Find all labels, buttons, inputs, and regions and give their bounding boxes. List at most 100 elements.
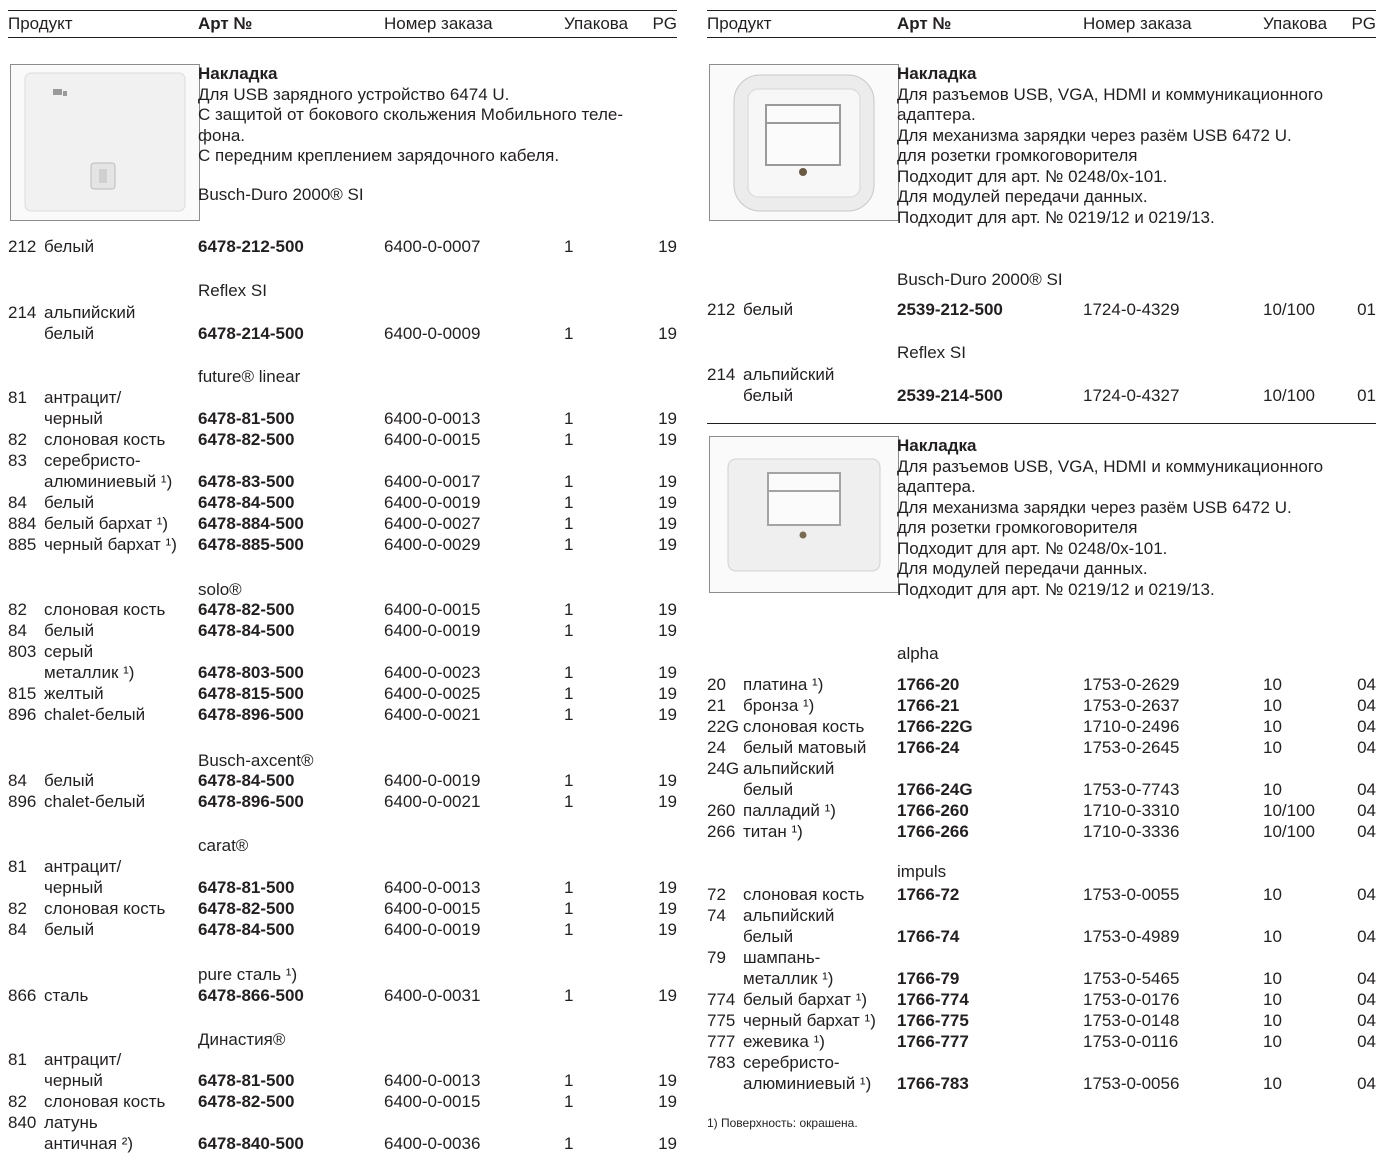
item-number: 214 [8, 303, 37, 322]
order-number: 1753-0-0116 [1083, 1032, 1179, 1051]
col-pg: PG [1351, 14, 1376, 33]
table-row: 21 бронза ¹) 1766-21 1753-0-2637 10 04 [707, 696, 1376, 717]
section-divider [707, 423, 1376, 424]
series-label: Busch-axcent® [198, 751, 314, 770]
item-number: 266 [707, 822, 736, 841]
table-row: 84 белый 6478-84-500 6400-0-0019 1 19 [8, 771, 677, 792]
pack-qty: 1 [564, 324, 574, 343]
item-name: chalet-белый [44, 705, 146, 724]
order-number: 6400-0-0027 [384, 514, 481, 533]
col-order: Номер заказа [384, 14, 493, 33]
series-label: alpha [897, 644, 939, 663]
item-name: белый [44, 493, 95, 512]
table-row: 84 белый 6478-84-500 6400-0-0019 1 19 [8, 920, 677, 941]
item-name: серый [44, 642, 94, 661]
pg-code: 04 [1357, 717, 1376, 736]
desc-line: Для модулей передачи данных. [897, 187, 1148, 206]
table-row: 79 шампань- [707, 948, 1376, 969]
art-number: 6478-896-500 [198, 792, 304, 811]
item-name: слоновая кость [743, 885, 865, 904]
item-number: 24 [707, 738, 726, 757]
item-number: 72 [707, 885, 726, 904]
pack-qty: 10/100 [1263, 300, 1315, 319]
item-number: 212 [707, 300, 736, 319]
pg-code: 04 [1357, 990, 1376, 1009]
pg-code: 19 [658, 600, 677, 619]
art-number: 6478-885-500 [198, 535, 304, 554]
pack-qty: 10 [1263, 675, 1282, 694]
order-number: 6400-0-0017 [384, 472, 481, 491]
item-name: черный бархат ¹) [44, 535, 177, 554]
item-name: антрацит/ [44, 857, 122, 876]
desc-line: Для разъемов USB, VGA, HDMI и коммуникац… [897, 456, 1324, 476]
table-row: 82 слоновая кость 6478-82-500 6400-0-0015 1 1… [8, 430, 677, 451]
col-art: Арт № [897, 14, 952, 33]
product-image-multimedia-cover-1 [709, 64, 899, 221]
art-number: 1766-74 [897, 927, 960, 946]
item-number: 775 [707, 1011, 736, 1030]
order-number: 6400-0-0007 [384, 237, 481, 256]
order-number: 6400-0-0021 [384, 705, 481, 724]
art-number: 1766-21 [897, 696, 960, 715]
pack-qty: 1 [564, 237, 574, 256]
table-row: белый 6478-214-500 6400-0-0009 1 19 [8, 324, 677, 345]
item-number: 82 [8, 1092, 27, 1111]
art-number: 6478-81-500 [198, 1071, 295, 1090]
table-row: черный 6478-81-500 6400-0-0013 1 19 [8, 1071, 677, 1092]
art-number: 6478-82-500 [198, 600, 295, 619]
item-number: 866 [8, 986, 37, 1005]
item-name: белый бархат ¹) [44, 514, 169, 533]
order-number: 6400-0-0021 [384, 792, 481, 811]
item-name: титан ¹) [743, 822, 803, 841]
pack-qty: 1 [564, 705, 574, 724]
order-number: 6400-0-0015 [384, 899, 481, 918]
series-label: Reflex SI [897, 343, 966, 362]
item-name: желтый [44, 684, 104, 703]
table-row: античная ²) 6478-840-500 6400-0-0036 1 19 [8, 1134, 677, 1155]
series-label: solo® [198, 580, 242, 599]
table-row: 74 альпийский [707, 906, 1376, 927]
pack-qty: 10 [1263, 927, 1282, 946]
item-number: 840 [8, 1113, 37, 1132]
table-row: алюминиевый ¹) 6478-83-500 6400-0-0017 1 19 [8, 472, 677, 493]
item-number: 777 [707, 1032, 736, 1051]
art-number: 2539-214-500 [897, 386, 1003, 405]
pack-qty: 10 [1263, 990, 1282, 1009]
table-row: белый 1766-24G 1753-0-7743 10 04 [707, 780, 1376, 801]
col-product: Продукт [707, 14, 772, 33]
order-number: 6400-0-0019 [384, 920, 481, 939]
item-number: 815 [8, 684, 37, 703]
desc-line: Для модулей передачи данных. [897, 559, 1148, 578]
multimedia-cover-image [733, 74, 875, 212]
item-name: палладий ¹) [743, 801, 836, 820]
order-number: 6400-0-0013 [384, 409, 481, 428]
order-number: 6400-0-0013 [384, 878, 481, 897]
order-number: 1753-0-2629 [1083, 675, 1180, 694]
item-number: 84 [8, 621, 27, 640]
art-number: 6478-82-500 [198, 430, 295, 449]
table-row: 82 слоновая кость 6478-82-500 6400-0-0015 1 1… [8, 899, 677, 920]
table-row: 896 chalet-белый 6478-896-500 6400-0-0021 1 1… [8, 705, 677, 726]
item-number: 896 [8, 792, 37, 811]
series-label: Reflex SI [198, 281, 267, 300]
table-row: 81 антрацит/ [8, 857, 677, 878]
product-description: Накладка Для разъемов USB, VGA, HDMI и к… [897, 436, 1376, 600]
art-number: 6478-815-500 [198, 684, 304, 703]
art-number: 6478-83-500 [198, 472, 295, 491]
pg-code: 04 [1357, 675, 1376, 694]
table-row: 260 палладий ¹) 1766-260 1710-0-3310 10/100 0… [707, 801, 1376, 822]
pack-qty: 1 [564, 409, 574, 428]
table-row: 815 желтый 6478-815-500 6400-0-0025 1 19 [8, 684, 677, 705]
item-name: белый [743, 927, 794, 946]
pack-qty: 1 [564, 986, 574, 1005]
table-row: 24G альпийский [707, 759, 1376, 780]
series-label: carat® [198, 836, 249, 855]
pack-qty: 1 [564, 535, 574, 554]
order-number: 1710-0-2496 [1083, 717, 1180, 736]
pg-code: 19 [658, 1071, 677, 1090]
art-number: 1766-774 [897, 990, 969, 1009]
product-title: Накладка [897, 64, 977, 83]
table-header: Продукт Арт № Номер заказа Упакова PG [707, 10, 1376, 38]
order-number: 6400-0-0019 [384, 621, 481, 640]
pg-code: 19 [658, 324, 677, 343]
